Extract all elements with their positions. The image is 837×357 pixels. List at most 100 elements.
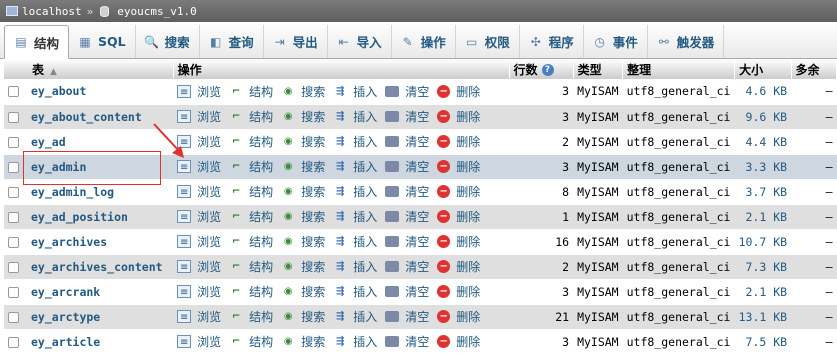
action-search[interactable]: ◉ 搜索 [281,108,325,125]
table-size[interactable]: 3.3 KB [734,154,792,180]
action-drop[interactable]: − 删除 [437,283,480,300]
action-browse[interactable]: ≡ 浏览 [177,108,221,125]
action-structure[interactable]: ⌐ 结构 [229,208,273,225]
action-structure[interactable]: ⌐ 结构 [229,258,273,275]
tab-10[interactable]: ⚯ 触发器 [648,25,725,58]
action-structure[interactable]: ⌐ 结构 [229,308,273,325]
tab-9[interactable]: ◷ 事件 [584,25,648,58]
action-empty[interactable]: 清空 [385,133,429,150]
table-row[interactable]: ey_about_content ≡ 浏览 ⌐ 结构 ◉ 搜索 ⇶ 插入 清空 − 删除 3 MyISAM… [4,104,837,130]
table-row[interactable]: ey_admin_log ≡ 浏览 ⌐ 结构 ◉ 搜索 ⇶ 插入 清空 − 删除 8 MyISAM utf8… [4,179,837,205]
action-drop[interactable]: − 删除 [437,133,480,150]
action-browse[interactable]: ≡ 浏览 [177,258,221,275]
breadcrumb-server[interactable]: localhost [22,5,82,18]
action-empty[interactable]: 清空 [385,333,429,350]
action-browse[interactable]: ≡ 浏览 [177,183,221,200]
table-size[interactable]: 4.4 KB [734,129,792,155]
row-checkbox[interactable] [8,261,19,273]
action-structure[interactable]: ⌐ 结构 [229,333,273,350]
action-search[interactable]: ◉ 搜索 [281,83,325,100]
action-drop[interactable]: − 删除 [437,183,480,200]
row-checkbox[interactable] [8,136,19,148]
action-structure[interactable]: ⌐ 结构 [229,183,273,200]
action-insert[interactable]: ⇶ 插入 [333,308,377,325]
action-structure[interactable]: ⌐ 结构 [229,283,273,300]
action-empty[interactable]: 清空 [385,233,429,250]
column-header-collation[interactable]: 整理 [622,59,736,79]
table-size[interactable]: 13.1 KB [734,304,792,330]
row-checkbox[interactable] [8,161,19,173]
table-row[interactable]: ey_arctype ≡ 浏览 ⌐ 结构 ◉ 搜索 ⇶ 插入 清空 − 删除 21 MyISAM utf8_… [4,304,837,330]
table-row[interactable]: ey_arcrank ≡ 浏览 ⌐ 结构 ◉ 搜索 ⇶ 插入 清空 − 删除 3 MyISAM utf8_g… [4,279,837,305]
tab-4[interactable]: ⇥ 导出 [264,25,328,58]
table-row[interactable]: ey_archives ≡ 浏览 ⌐ 结构 ◉ 搜索 ⇶ 插入 清空 − 删除 16 MyISAM utf8… [4,229,837,255]
tab-6[interactable]: ✎ 操作 [392,25,456,58]
row-checkbox[interactable] [8,186,19,198]
column-header-table[interactable]: 表 ▲ [4,59,174,79]
table-row[interactable]: ey_article ≡ 浏览 ⌐ 结构 ◉ 搜索 ⇶ 插入 清空 − 删除 3 MyISAM utf8_g… [4,329,837,355]
column-header-overhead[interactable]: 多余 [791,59,837,79]
table-name-link[interactable]: ey_admin_log [31,185,114,199]
action-drop[interactable]: − 删除 [437,333,480,350]
table-size[interactable]: 7.5 KB [734,329,792,355]
action-insert[interactable]: ⇶ 插入 [333,183,377,200]
row-checkbox[interactable] [8,236,19,248]
action-browse[interactable]: ≡ 浏览 [177,233,221,250]
row-checkbox[interactable] [8,286,19,298]
action-structure[interactable]: ⌐ 结构 [229,233,273,250]
action-insert[interactable]: ⇶ 插入 [333,283,377,300]
action-search[interactable]: ◉ 搜索 [281,258,325,275]
action-insert[interactable]: ⇶ 插入 [333,258,377,275]
table-row[interactable]: ey_ad ≡ 浏览 ⌐ 结构 ◉ 搜索 ⇶ 插入 清空 − 删除 2 MyISAM utf8_genera… [4,129,837,155]
tab-1[interactable]: ▦ SQL [69,25,136,58]
action-search[interactable]: ◉ 搜索 [281,208,325,225]
action-drop[interactable]: − 删除 [437,308,480,325]
action-browse[interactable]: ≡ 浏览 [177,333,221,350]
row-checkbox[interactable] [8,311,19,323]
table-name-link[interactable]: ey_article [31,335,100,349]
table-name-link[interactable]: ey_about [31,84,86,98]
action-browse[interactable]: ≡ 浏览 [177,83,221,100]
action-search[interactable]: ◉ 搜索 [281,183,325,200]
tab-2[interactable]: 🔍 搜索 [136,25,200,58]
action-insert[interactable]: ⇶ 插入 [333,108,377,125]
action-insert[interactable]: ⇶ 插入 [333,233,377,250]
action-browse[interactable]: ≡ 浏览 [177,133,221,150]
breadcrumb-database[interactable]: eyoucms_v1.0 [117,5,196,18]
table-size[interactable]: 2.1 KB [734,279,792,305]
table-name-link[interactable]: ey_arcrank [31,285,100,299]
action-browse[interactable]: ≡ 浏览 [177,158,221,175]
column-header-size[interactable]: 大小 [734,59,792,79]
action-drop[interactable]: − 删除 [437,158,480,175]
table-name-link[interactable]: ey_admin [31,160,86,174]
action-drop[interactable]: − 删除 [437,208,480,225]
tab-8[interactable]: ✣ 程序 [520,25,584,58]
action-empty[interactable]: 清空 [385,258,429,275]
action-structure[interactable]: ⌐ 结构 [229,158,273,175]
action-search[interactable]: ◉ 搜索 [281,233,325,250]
action-empty[interactable]: 清空 [385,308,429,325]
column-header-type[interactable]: 类型 [573,59,624,79]
action-drop[interactable]: − 删除 [437,83,480,100]
row-checkbox[interactable] [8,111,19,123]
tab-0[interactable]: ▤ 结构 [4,25,70,59]
action-drop[interactable]: − 删除 [437,258,480,275]
action-insert[interactable]: ⇶ 插入 [333,333,377,350]
action-structure[interactable]: ⌐ 结构 [229,133,273,150]
action-empty[interactable]: 清空 [385,208,429,225]
table-name-link[interactable]: ey_archives_content [31,260,163,274]
table-row[interactable]: ey_admin ≡ 浏览 ⌐ 结构 ◉ 搜索 ⇶ 插入 清空 − 删除 3 MyISAM utf8_gen… [4,154,837,180]
table-row[interactable]: ey_archives_content ≡ 浏览 ⌐ 结构 ◉ 搜索 ⇶ 插入 清空 − 删除 2 MyI… [4,254,837,280]
action-empty[interactable]: 清空 [385,183,429,200]
action-insert[interactable]: ⇶ 插入 [333,83,377,100]
action-drop[interactable]: − 删除 [437,233,480,250]
action-browse[interactable]: ≡ 浏览 [177,283,221,300]
table-size[interactable]: 9.6 KB [734,104,792,130]
row-checkbox[interactable] [8,336,19,348]
table-size[interactable]: 2.1 KB [734,204,792,230]
action-structure[interactable]: ⌐ 结构 [229,108,273,125]
action-search[interactable]: ◉ 搜索 [281,333,325,350]
action-browse[interactable]: ≡ 浏览 [177,208,221,225]
table-row[interactable]: ey_about ≡ 浏览 ⌐ 结构 ◉ 搜索 ⇶ 插入 清空 − 删除 3 MyISAM utf8_gen… [4,79,837,105]
table-name-link[interactable]: ey_ad_position [31,210,128,224]
